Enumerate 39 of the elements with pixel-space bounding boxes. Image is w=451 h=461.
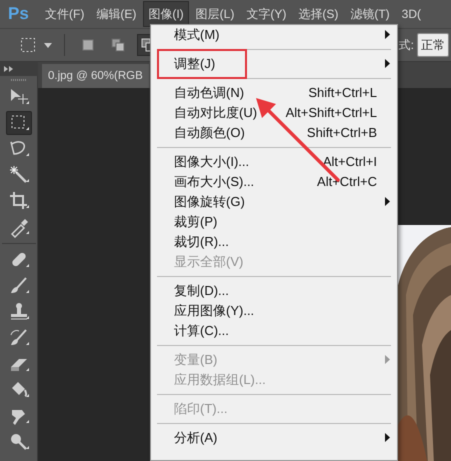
grip-icon <box>8 76 28 84</box>
style-dropdown[interactable]: 正常 <box>417 33 449 57</box>
menu-item[interactable]: 图像大小(I)... <box>172 151 252 173</box>
menu-item[interactable]: 裁剪(P) <box>172 211 220 233</box>
menu-item[interactable]: 自动颜色(O) <box>172 122 247 144</box>
menu-item[interactable]: 3D( <box>396 1 426 27</box>
menu-item[interactable]: 应用图像(Y)... <box>172 300 256 322</box>
shortcut-label: Shift+Ctrl+L <box>308 84 377 102</box>
menu-item: 显示全部(V) <box>173 253 244 272</box>
marquee-icon[interactable] <box>6 111 32 135</box>
document-tab[interactable]: 0.jpg @ 60%(RGB <box>42 64 149 88</box>
menu-item[interactable]: 自动对比度(U) <box>172 102 260 124</box>
menu-item[interactable]: 自动色调(N) <box>172 82 246 104</box>
menu-item: 陷印(T)... <box>173 400 228 418</box>
menu-item[interactable]: 图层(L) <box>190 1 240 27</box>
menu-item[interactable]: 图像旋转(G) <box>172 191 247 213</box>
menu-item[interactable]: 计算(C)... <box>172 320 231 342</box>
collapse-icon[interactable] <box>4 66 14 72</box>
menu-item: 应用数据组(L)... <box>173 371 267 390</box>
shortcut-label: Alt+Ctrl+I <box>322 153 377 172</box>
menu-item[interactable]: 文件(F) <box>40 1 90 27</box>
menu-item[interactable]: 文字(Y) <box>241 1 292 27</box>
menu-item[interactable]: 分析(A) <box>172 427 220 449</box>
menu-item[interactable]: 滤镜(T) <box>345 1 395 27</box>
app-logo: Ps <box>7 3 30 26</box>
style-label: 式: <box>398 37 414 54</box>
menu-item[interactable]: 复制(D)... <box>172 280 231 302</box>
shortcut-label: Alt+Shift+Ctrl+L <box>286 104 377 122</box>
shortcut-label: Shift+Ctrl+B <box>306 124 377 142</box>
menu-item[interactable]: 图像(I) <box>143 1 189 27</box>
menu-item[interactable]: 画布大小(S)... <box>172 171 256 193</box>
menu-item[interactable]: 调整(J) <box>159 51 246 77</box>
menu-item[interactable]: 模式(M) <box>172 25 222 46</box>
shortcut-label: Alt+Ctrl+C <box>317 173 377 192</box>
caret-icon[interactable] <box>44 42 52 48</box>
menu-item[interactable]: 裁切(R)... <box>172 231 231 253</box>
menu-item[interactable]: 选择(S) <box>293 1 344 27</box>
menu-item: 变量(B) <box>173 351 218 370</box>
menu-item[interactable]: 编辑(E) <box>91 1 142 27</box>
